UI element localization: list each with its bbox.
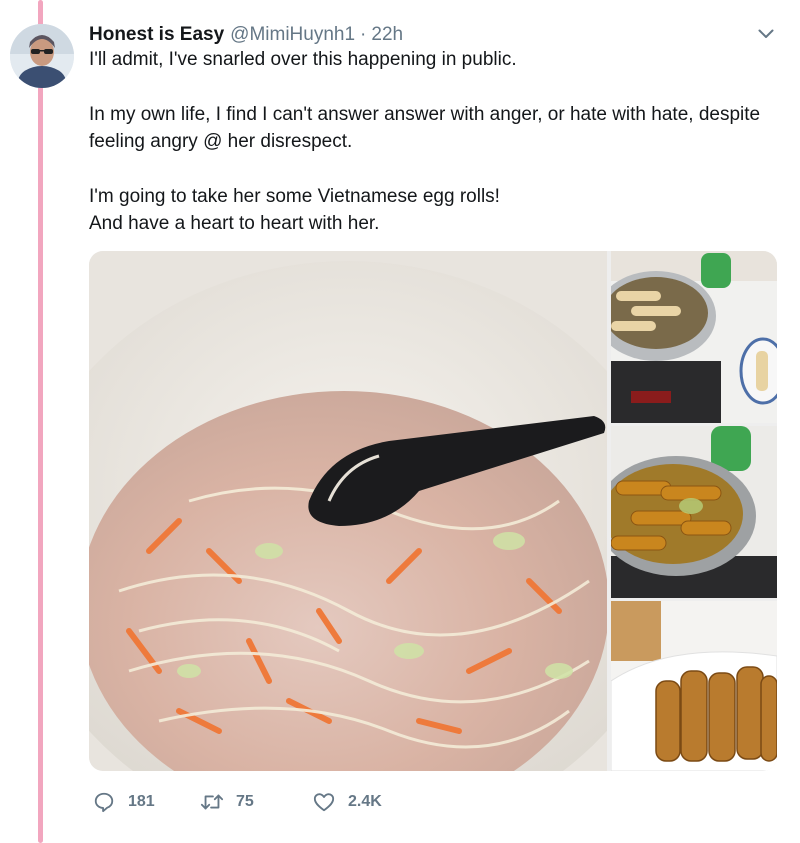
tweet-text-paragraph: In my own life, I find I can't answer an…	[89, 104, 761, 152]
retweet-button[interactable]: 75	[200, 790, 312, 814]
heart-icon	[312, 790, 336, 814]
media-photo-pot[interactable]	[611, 251, 777, 423]
tweet-text-line: And have a heart to heart with her.	[89, 213, 380, 234]
media-photo-filling[interactable]	[89, 251, 607, 771]
tweet-header: Honest is Easy @MimiHuynh1 · 22h	[89, 22, 403, 48]
tweet-text-line: I'm going to take her some Vietnamese eg…	[89, 186, 500, 207]
display-name[interactable]: Honest is Easy	[89, 22, 224, 48]
chevron-down-icon[interactable]	[755, 26, 777, 42]
media-photo-plate[interactable]	[611, 601, 777, 771]
reply-button[interactable]: 181	[92, 790, 200, 814]
user-handle[interactable]: @MimiHuynh1	[230, 22, 355, 48]
retweet-count: 75	[236, 793, 254, 810]
tweet-actions: 181 75 2.4K	[92, 790, 382, 814]
tweet-text: I'll admit, I've snarled over this happe…	[89, 46, 789, 237]
timestamp[interactable]: 22h	[371, 22, 403, 48]
like-button[interactable]: 2.4K	[312, 790, 382, 814]
retweet-icon	[200, 790, 224, 814]
separator-dot: ·	[360, 24, 367, 45]
media-grid	[89, 251, 777, 771]
avatar[interactable]	[10, 24, 74, 88]
media-photo-frying[interactable]	[611, 426, 777, 598]
tweet-text-line: I'll admit, I've snarled over this happe…	[89, 49, 517, 70]
like-count: 2.4K	[348, 793, 382, 810]
reply-count: 181	[128, 793, 155, 810]
thread-line	[38, 0, 43, 843]
reply-icon	[92, 790, 116, 814]
